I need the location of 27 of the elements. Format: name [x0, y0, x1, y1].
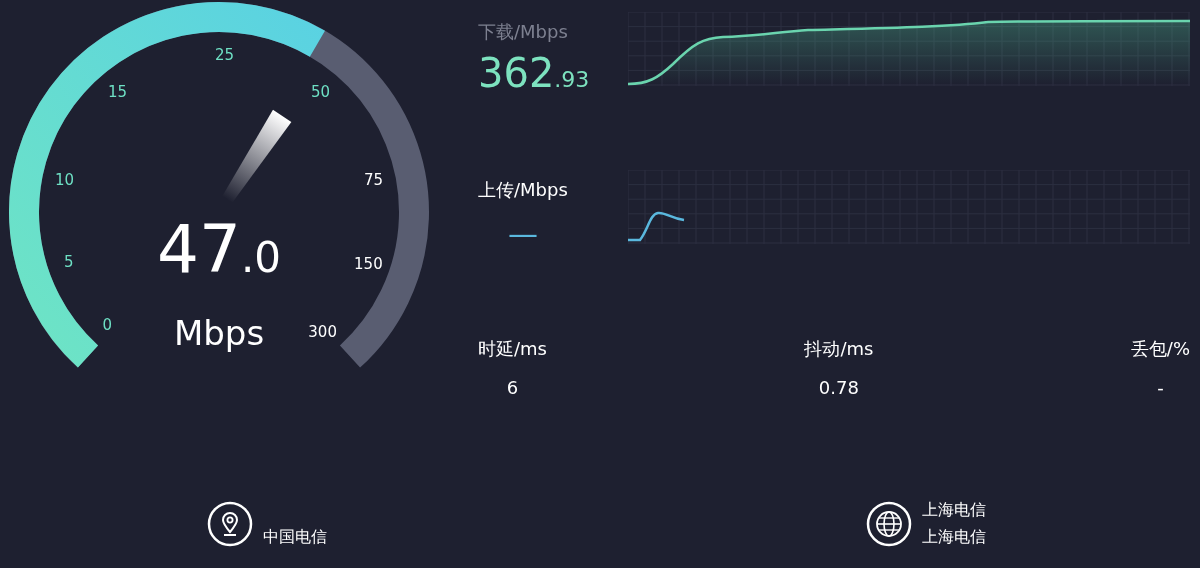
client-isp: 中国电信 — [263, 526, 327, 548]
metric-value: - — [1157, 377, 1164, 398]
download-value: 362.93 — [478, 50, 590, 96]
download-label: 下载/Mbps — [478, 20, 568, 44]
gauge-tick-label: 75 — [364, 171, 384, 190]
gauge-tick-label: 15 — [107, 82, 127, 101]
upload-sparkline — [628, 211, 685, 242]
speed-unit: Mbps — [173, 313, 265, 353]
server-isp: 上海电信 — [922, 527, 986, 548]
speed-value: 47.0 — [156, 211, 282, 288]
gauge-tick-label: 300 — [308, 323, 337, 342]
gauge-tick-label: 10 — [54, 171, 74, 190]
gauge-tick-label: 150 — [354, 255, 383, 274]
metric-label: 丢包/% — [1130, 337, 1190, 361]
metric-value: 0.78 — [818, 377, 859, 398]
server-name: 上海电信 — [922, 500, 986, 521]
gauge-tick-label: 5 — [63, 252, 74, 271]
location-pin-icon — [207, 501, 253, 547]
upload-label: 上传/Mbps — [478, 178, 568, 202]
metric-value: 6 — [506, 377, 519, 398]
metric-label: 时延/ms — [478, 337, 547, 361]
gauge-tick-label: 25 — [214, 46, 235, 65]
gauge-tick-label: 50 — [311, 82, 331, 101]
metric-label: 抖动/ms — [804, 337, 874, 361]
globe-icon — [866, 501, 912, 547]
upload-value: — — [508, 216, 538, 251]
gauge-tick-label: 0 — [102, 315, 113, 334]
